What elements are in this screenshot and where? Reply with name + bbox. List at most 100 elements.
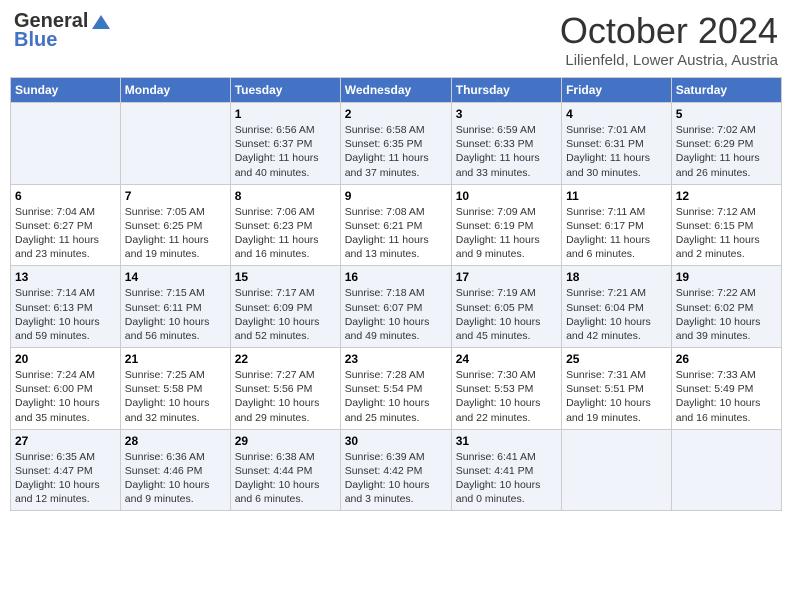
day-number: 23 <box>345 352 447 366</box>
sunset-text: Sunset: 6:05 PM <box>456 301 557 315</box>
day-number: 6 <box>15 189 116 203</box>
calendar-table: Sunday Monday Tuesday Wednesday Thursday… <box>10 77 782 511</box>
sunrise-text: Sunrise: 7:30 AM <box>456 368 557 382</box>
table-row: 5 Sunrise: 7:02 AMSunset: 6:29 PMDaylight… <box>671 103 781 185</box>
table-row: 19Sunrise: 7:22 AMSunset: 6:02 PMDayligh… <box>671 266 781 348</box>
header-sunday: Sunday <box>11 78 121 103</box>
sunrise-text: Sunrise: 6:38 AM <box>235 450 336 464</box>
day-info: Sunrise: 7:22 AMSunset: 6:02 PMDaylight:… <box>676 286 777 343</box>
sunset-text: Sunset: 4:46 PM <box>125 464 226 478</box>
day-number: 26 <box>676 352 777 366</box>
day-info: Sunrise: 7:28 AMSunset: 5:54 PMDaylight:… <box>345 368 447 425</box>
day-info: Sunrise: 7:14 AMSunset: 6:13 PMDaylight:… <box>15 286 116 343</box>
daylight-text: Daylight: 10 hours and 3 minutes. <box>345 478 447 506</box>
table-row <box>120 103 230 185</box>
sunset-text: Sunset: 6:00 PM <box>15 382 116 396</box>
day-info: Sunrise: 7:09 AMSunset: 6:19 PMDaylight:… <box>456 205 557 262</box>
sunset-text: Sunset: 5:53 PM <box>456 382 557 396</box>
table-row: 21Sunrise: 7:25 AMSunset: 5:58 PMDayligh… <box>120 348 230 430</box>
day-number: 20 <box>15 352 116 366</box>
table-row: 27Sunrise: 6:35 AMSunset: 4:47 PMDayligh… <box>11 429 121 511</box>
daylight-text: Daylight: 10 hours and 39 minutes. <box>676 315 777 343</box>
day-info: Sunrise: 7:12 AMSunset: 6:15 PMDaylight:… <box>676 205 777 262</box>
day-number: 31 <box>456 434 557 448</box>
table-row: 16Sunrise: 7:18 AMSunset: 6:07 PMDayligh… <box>340 266 451 348</box>
day-info: Sunrise: 7:17 AMSunset: 6:09 PMDaylight:… <box>235 286 336 343</box>
calendar-week-row: 13Sunrise: 7:14 AMSunset: 6:13 PMDayligh… <box>11 266 782 348</box>
header-friday: Friday <box>562 78 672 103</box>
daylight-text: Daylight: 11 hours and 2 minutes. <box>676 233 777 261</box>
table-row: 11Sunrise: 7:11 AMSunset: 6:17 PMDayligh… <box>562 184 672 266</box>
day-info: Sunrise: 7:19 AMSunset: 6:05 PMDaylight:… <box>456 286 557 343</box>
sunrise-text: Sunrise: 7:01 AM <box>566 123 667 137</box>
daylight-text: Daylight: 10 hours and 42 minutes. <box>566 315 667 343</box>
day-info: Sunrise: 6:36 AMSunset: 4:46 PMDaylight:… <box>125 450 226 507</box>
calendar-week-row: 1Sunrise: 6:56 AMSunset: 6:37 PMDaylight… <box>11 103 782 185</box>
calendar-week-row: 27Sunrise: 6:35 AMSunset: 4:47 PMDayligh… <box>11 429 782 511</box>
sunrise-text: Sunrise: 7:04 AM <box>15 205 116 219</box>
day-info: Sunrise: 6:39 AMSunset: 4:42 PMDaylight:… <box>345 450 447 507</box>
daylight-text: Daylight: 11 hours and 19 minutes. <box>125 233 226 261</box>
sunset-text: Sunset: 4:42 PM <box>345 464 447 478</box>
sunrise-text: Sunrise: 6:59 AM <box>456 123 557 137</box>
sunrise-text: Sunrise: 7:08 AM <box>345 205 447 219</box>
table-row: 1Sunrise: 6:56 AMSunset: 6:37 PMDaylight… <box>230 103 340 185</box>
daylight-text: Daylight: 10 hours and 56 minutes. <box>125 315 226 343</box>
daylight-text: Daylight: 11 hours and 23 minutes. <box>15 233 116 261</box>
sunrise-text: Sunrise: 7:05 AM <box>125 205 226 219</box>
daylight-text: Daylight: 11 hours and 33 minutes. <box>456 151 557 179</box>
day-info: Sunrise: 7:21 AMSunset: 6:04 PMDaylight:… <box>566 286 667 343</box>
daylight-text: Daylight: 10 hours and 9 minutes. <box>125 478 226 506</box>
table-row: 25Sunrise: 7:31 AMSunset: 5:51 PMDayligh… <box>562 348 672 430</box>
day-number: 11 <box>566 189 667 203</box>
sunrise-text: Sunrise: 7:09 AM <box>456 205 557 219</box>
day-number: 2 <box>345 107 447 121</box>
table-row: 3Sunrise: 6:59 AMSunset: 6:33 PMDaylight… <box>451 103 561 185</box>
daylight-text: Daylight: 10 hours and 22 minutes. <box>456 396 557 424</box>
day-number: 8 <box>235 189 336 203</box>
daylight-text: Daylight: 10 hours and 49 minutes. <box>345 315 447 343</box>
sunrise-text: Sunrise: 7:24 AM <box>15 368 116 382</box>
day-info: Sunrise: 7:31 AMSunset: 5:51 PMDaylight:… <box>566 368 667 425</box>
day-number: 18 <box>566 270 667 284</box>
table-row: 10Sunrise: 7:09 AMSunset: 6:19 PMDayligh… <box>451 184 561 266</box>
location-subtitle: Lilienfeld, Lower Austria, Austria <box>560 52 778 69</box>
sunset-text: Sunset: 6:13 PM <box>15 301 116 315</box>
header-tuesday: Tuesday <box>230 78 340 103</box>
day-info: Sunrise: 7:02 AMSunset: 6:29 PMDaylight:… <box>676 123 777 180</box>
day-info: Sunrise: 7:33 AMSunset: 5:49 PMDaylight:… <box>676 368 777 425</box>
day-info: Sunrise: 6:38 AMSunset: 4:44 PMDaylight:… <box>235 450 336 507</box>
daylight-text: Daylight: 10 hours and 29 minutes. <box>235 396 336 424</box>
day-info: Sunrise: 7:04 AMSunset: 6:27 PMDaylight:… <box>15 205 116 262</box>
sunset-text: Sunset: 6:37 PM <box>235 137 336 151</box>
daylight-text: Daylight: 10 hours and 52 minutes. <box>235 315 336 343</box>
table-row: 22Sunrise: 7:27 AMSunset: 5:56 PMDayligh… <box>230 348 340 430</box>
sunrise-text: Sunrise: 7:25 AM <box>125 368 226 382</box>
sunrise-text: Sunrise: 7:28 AM <box>345 368 447 382</box>
table-row: 4Sunrise: 7:01 AMSunset: 6:31 PMDaylight… <box>562 103 672 185</box>
sunset-text: Sunset: 6:07 PM <box>345 301 447 315</box>
daylight-text: Daylight: 10 hours and 12 minutes. <box>15 478 116 506</box>
table-row: 28Sunrise: 6:36 AMSunset: 4:46 PMDayligh… <box>120 429 230 511</box>
sunrise-text: Sunrise: 7:33 AM <box>676 368 777 382</box>
day-number: 7 <box>125 189 226 203</box>
calendar-week-row: 20 Sunrise: 7:24 AMSunset: 6:00 PM Dayligh… <box>11 348 782 430</box>
logo: General Blue <box>14 10 112 52</box>
day-info: Sunrise: 7:01 AMSunset: 6:31 PMDaylight:… <box>566 123 667 180</box>
daylight-text: Daylight: 10 hours and 6 minutes. <box>235 478 336 506</box>
table-row: 29Sunrise: 6:38 AMSunset: 4:44 PMDayligh… <box>230 429 340 511</box>
sunset-text: Sunset: 6:31 PM <box>566 137 667 151</box>
table-row: 12Sunrise: 7:12 AMSunset: 6:15 PMDayligh… <box>671 184 781 266</box>
day-number: 14 <box>125 270 226 284</box>
day-number: 5 <box>676 107 777 121</box>
sunrise-text: Sunrise: 6:56 AM <box>235 123 336 137</box>
sunrise-text: Sunrise: 7:19 AM <box>456 286 557 300</box>
sunrise-text: Sunrise: 7:21 AM <box>566 286 667 300</box>
table-row: 9Sunrise: 7:08 AMSunset: 6:21 PMDaylight… <box>340 184 451 266</box>
day-number: 24 <box>456 352 557 366</box>
day-info: Sunrise: 6:41 AMSunset: 4:41 PMDaylight:… <box>456 450 557 507</box>
sunrise-text: Sunrise: 6:36 AM <box>125 450 226 464</box>
header-saturday: Saturday <box>671 78 781 103</box>
sunset-text: Sunset: 6:02 PM <box>676 301 777 315</box>
table-row: 18 Sunrise: 7:21 AMSunset: 6:04 PMDayligh… <box>562 266 672 348</box>
